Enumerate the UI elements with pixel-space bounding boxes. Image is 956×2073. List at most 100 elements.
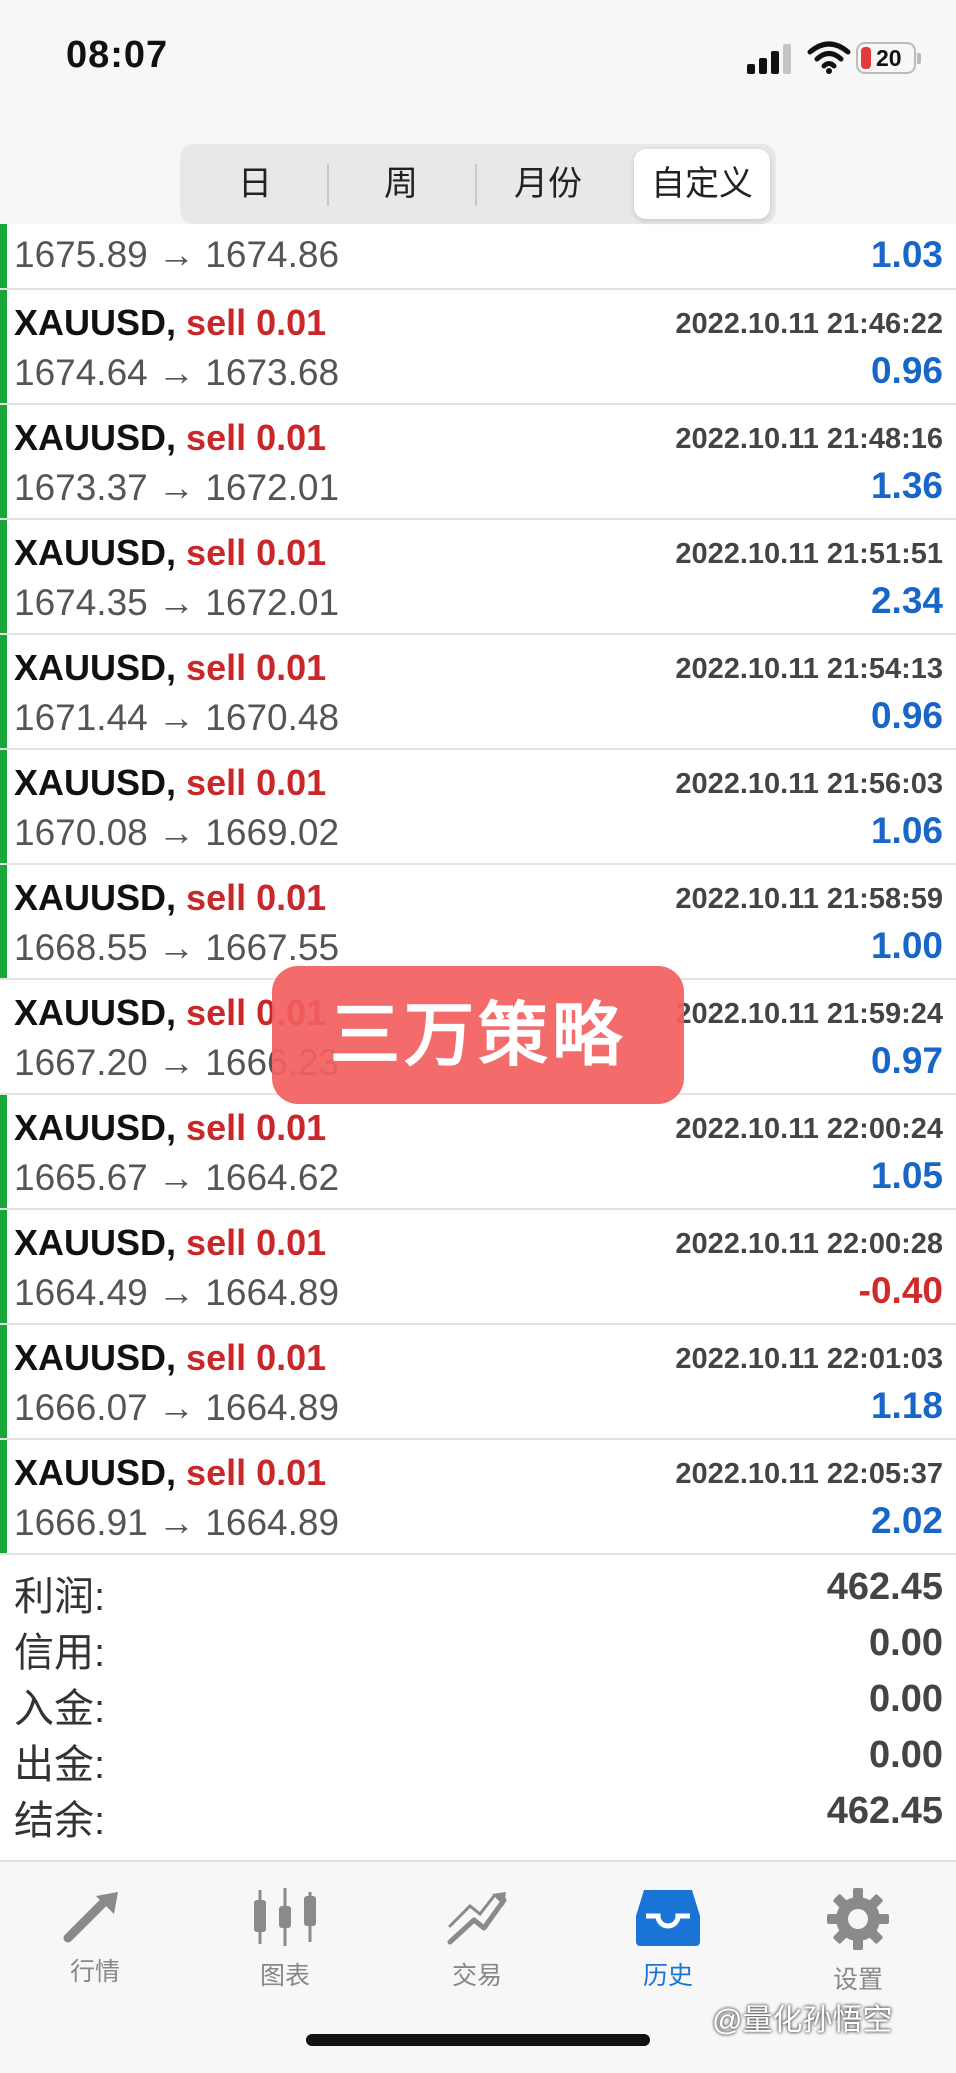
table-row[interactable]: XAUUSD, sell 0.01 2022.10.11 22:01:03 1666… bbox=[0, 1325, 956, 1440]
trade-time: 2022.10.11 22:01:03 bbox=[675, 1343, 943, 1375]
table-row[interactable]: XAUUSD, sell 0.01 2022.10.11 21:46:22 1674… bbox=[0, 290, 956, 405]
row-status-bar bbox=[0, 1325, 7, 1438]
tabbar-label: 历史 bbox=[642, 1962, 693, 1990]
tab-day[interactable]: 日 bbox=[185, 149, 325, 219]
gear-icon bbox=[827, 1888, 889, 1950]
trade-prices: 1674.64 → 1673.68 bbox=[14, 352, 340, 393]
trade-symbol: XAUUSD, bbox=[14, 1452, 177, 1493]
summary-value: 462.45 bbox=[826, 1566, 943, 1608]
table-row[interactable]: 1675.89 → 1674.86 1.03 bbox=[0, 224, 956, 290]
clock: 08:07 bbox=[66, 34, 169, 76]
table-row[interactable]: XAUUSD, sell 0.01 2022.10.11 21:48:16 1673… bbox=[0, 405, 956, 520]
trade-title: XAUUSD, sell 0.01 bbox=[14, 762, 326, 804]
summary-label: 利润: bbox=[14, 1575, 106, 1619]
trade-title: XAUUSD, sell 0.01 bbox=[14, 647, 326, 689]
tabbar-trade[interactable]: 交易 bbox=[412, 1886, 542, 1996]
trade-side: sell 0.01 bbox=[186, 302, 327, 343]
trade-time: 2022.10.11 22:05:37 bbox=[675, 1458, 943, 1490]
trade-time: 2022.10.11 21:56:03 bbox=[675, 768, 943, 800]
trade-side: sell 0.01 bbox=[186, 762, 327, 803]
trade-trend-icon bbox=[447, 1892, 507, 1945]
trade-time: 2022.10.11 21:48:16 bbox=[675, 423, 943, 455]
summary-value: 462.45 bbox=[826, 1790, 943, 1832]
trade-title: XAUUSD, sell 0.01 bbox=[14, 417, 326, 459]
summary-label: 出金: bbox=[14, 1743, 106, 1787]
trade-side: sell 0.01 bbox=[186, 532, 327, 573]
trade-side: sell 0.01 bbox=[186, 647, 327, 688]
trade-prices: 1666.91 → 1664.89 bbox=[14, 1502, 340, 1543]
trade-side: sell 0.01 bbox=[186, 877, 327, 918]
trade-time: 2022.10.11 21:58:59 bbox=[675, 883, 943, 915]
summary-value: 0.00 bbox=[869, 1734, 943, 1776]
trade-prices: 1675.89 → 1674.86 bbox=[14, 234, 340, 275]
account-summary: 利润: 462.45 信用: 0.00 入金: 0.00 出金: 0.00 结余… bbox=[0, 1560, 956, 1843]
trade-side: sell 0.01 bbox=[186, 417, 327, 458]
trade-history-list: 1675.89 → 1674.86 1.03 XAUUSD, sell 0.01… bbox=[0, 224, 956, 1555]
trade-prices: 1665.67 → 1664.62 bbox=[14, 1157, 340, 1198]
trade-title: XAUUSD, sell 0.01 bbox=[14, 877, 326, 919]
trade-title: XAUUSD, sell 0.01 bbox=[14, 1337, 326, 1379]
trade-symbol: XAUUSD, bbox=[14, 1222, 177, 1263]
row-status-bar bbox=[0, 1095, 7, 1208]
trade-profit: 1.03 bbox=[870, 234, 943, 275]
summary-label: 入金: bbox=[14, 1687, 106, 1731]
trade-title: XAUUSD, sell 0.01 bbox=[14, 1222, 326, 1264]
trade-prices: 1670.08 → 1669.02 bbox=[14, 812, 340, 853]
trade-prices: 1668.55 → 1667.55 bbox=[14, 927, 340, 968]
tabbar-label: 图表 bbox=[259, 1962, 310, 1990]
trade-profit: 1.36 bbox=[870, 465, 943, 506]
tabbar-label: 交易 bbox=[451, 1962, 502, 1990]
table-row[interactable]: XAUUSD, sell 0.01 2022.10.11 22:00:24 1665… bbox=[0, 1095, 956, 1210]
trade-profit: 0.96 bbox=[870, 350, 943, 391]
trade-symbol: XAUUSD, bbox=[14, 877, 177, 918]
summary-row-withdrawal: 出金: 0.00 bbox=[0, 1728, 956, 1787]
table-row[interactable]: XAUUSD, sell 0.01 2022.10.11 21:54:13 1671… bbox=[0, 635, 956, 750]
summary-label: 信用: bbox=[14, 1631, 106, 1675]
summary-row-profit: 利润: 462.45 bbox=[0, 1560, 956, 1619]
trade-profit: 1.06 bbox=[870, 810, 943, 851]
trade-symbol: XAUUSD, bbox=[14, 1337, 177, 1378]
trade-time: 2022.10.11 21:51:51 bbox=[675, 538, 943, 570]
table-row[interactable]: XAUUSD, sell 0.01 2022.10.11 22:05:37 1666… bbox=[0, 1440, 956, 1555]
home-indicator bbox=[306, 2034, 650, 2046]
tabbar-chart[interactable]: 图表 bbox=[220, 1886, 350, 1996]
tab-month[interactable]: 月份 bbox=[477, 149, 619, 219]
trade-prices: 1671.44 → 1670.48 bbox=[14, 697, 340, 738]
tabbar-history[interactable]: 历史 bbox=[603, 1886, 733, 1996]
tabbar-settings[interactable]: 设置 bbox=[793, 1886, 923, 1996]
table-row[interactable]: XAUUSD, sell 0.01 2022.10.11 21:58:59 1668… bbox=[0, 865, 956, 980]
trade-side: sell 0.01 bbox=[186, 1337, 327, 1378]
trade-profit: 1.18 bbox=[870, 1385, 943, 1426]
trade-profit: 0.96 bbox=[870, 695, 943, 736]
trade-title: XAUUSD, sell 0.01 bbox=[14, 532, 326, 574]
trade-prices: 1673.37 → 1672.01 bbox=[14, 467, 340, 508]
trade-symbol: XAUUSD, bbox=[14, 647, 177, 688]
summary-row-credit: 信用: 0.00 bbox=[0, 1616, 956, 1675]
summary-value: 0.00 bbox=[869, 1622, 943, 1664]
trade-title: XAUUSD, sell 0.01 bbox=[14, 1452, 326, 1494]
history-inbox-icon bbox=[636, 1890, 700, 1946]
trade-time: 2022.10.11 21:54:13 bbox=[675, 653, 943, 685]
battery-level: 20 bbox=[876, 45, 902, 71]
trade-profit: 2.34 bbox=[870, 580, 943, 621]
wifi-icon bbox=[807, 41, 851, 74]
trade-title: XAUUSD, sell 0.01 bbox=[14, 302, 326, 344]
period-segmented-control: 日 周 月份 自定义 bbox=[180, 144, 776, 224]
table-row[interactable]: XAUUSD, sell 0.01 2022.10.11 21:51:51 1674… bbox=[0, 520, 956, 635]
cellular-signal-icon bbox=[747, 42, 795, 74]
tabbar-label: 行情 bbox=[69, 1958, 120, 1986]
tabbar-quotes[interactable]: 行情 bbox=[30, 1886, 160, 1996]
trade-time: 2022.10.11 21:59:24 bbox=[675, 998, 943, 1030]
row-status-bar bbox=[0, 290, 7, 403]
trade-profit: 1.00 bbox=[870, 925, 943, 966]
row-status-bar bbox=[0, 635, 7, 748]
table-row[interactable]: XAUUSD, sell 0.01 2022.10.11 22:00:28 1664… bbox=[0, 1210, 956, 1325]
table-row[interactable]: XAUUSD, sell 0.01 2022.10.11 21:56:03 1670… bbox=[0, 750, 956, 865]
strategy-watermark-badge: 三万策略 bbox=[272, 966, 684, 1104]
history-header: 日 周 月份 自定义 bbox=[0, 120, 956, 224]
tab-week[interactable]: 周 bbox=[329, 149, 473, 219]
row-status-bar bbox=[0, 405, 7, 518]
trade-prices: 1666.07 → 1664.89 bbox=[14, 1387, 340, 1428]
tab-custom[interactable]: 自定义 bbox=[634, 149, 770, 219]
trade-profit: 2.02 bbox=[870, 1500, 943, 1541]
